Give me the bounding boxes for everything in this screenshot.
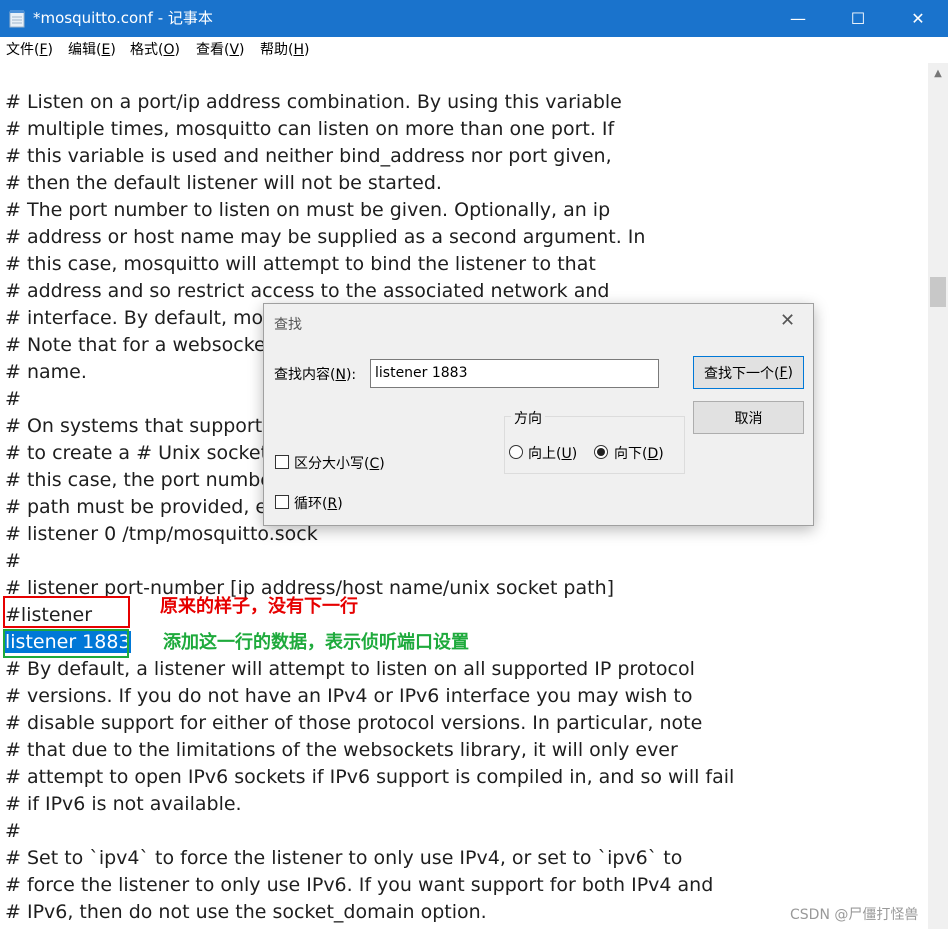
find-dialog: 查找 ✕ 查找内容(N): listener 1883 查找下一个(F) 取消 … xyxy=(263,303,814,526)
find-what-input[interactable]: listener 1883 xyxy=(370,359,659,388)
text-line: # multiple times, mosquitto can listen o… xyxy=(5,118,615,140)
text-line: # Listen on a port/ip address combinatio… xyxy=(5,91,622,113)
text-line: # then the default listener will not be … xyxy=(5,172,442,194)
text-line: # force the listener to only use IPv6. I… xyxy=(5,874,714,896)
notepad-icon xyxy=(9,10,25,28)
match-case-label[interactable]: 区分大小写(C) xyxy=(294,453,385,473)
title-bar: *mosquitto.conf - 记事本 — ☐ ✕ xyxy=(0,0,948,37)
text-line: # address and so restrict access to the … xyxy=(5,280,610,302)
text-line: # xyxy=(5,550,21,572)
menu-help[interactable]: 帮助(H) xyxy=(260,41,309,59)
text-line: # xyxy=(5,820,21,842)
menu-format[interactable]: 格式(O) xyxy=(130,41,180,59)
scrollbar-thumb[interactable] xyxy=(930,277,946,307)
wrap-around-checkbox[interactable] xyxy=(275,495,289,509)
text-line: # address or host name may be supplied a… xyxy=(5,226,646,248)
text-line: # this case, mosquitto will attempt to b… xyxy=(5,253,596,275)
direction-down-radio[interactable] xyxy=(594,445,608,459)
close-button[interactable]: ✕ xyxy=(888,0,948,37)
scroll-up-icon[interactable]: ▲ xyxy=(928,63,948,83)
cancel-button[interactable]: 取消 xyxy=(693,401,804,434)
text-line: # disable support for either of those pr… xyxy=(5,712,703,734)
menu-view[interactable]: 查看(V) xyxy=(196,41,245,59)
menu-bar: 文件(F) 编辑(E) 格式(O) 查看(V) 帮助(H) xyxy=(0,37,948,63)
annotation-original-text: 原来的样子，没有下一行 xyxy=(160,596,358,617)
menu-edit[interactable]: 编辑(E) xyxy=(68,41,116,59)
watermark: CSDN @尸僵打怪兽 xyxy=(790,907,919,923)
find-what-label: 查找内容(N): xyxy=(274,367,357,383)
annotation-box-original xyxy=(3,596,130,628)
text-line: # xyxy=(5,388,21,410)
direction-up-radio[interactable] xyxy=(509,445,523,459)
find-dialog-close-icon[interactable]: ✕ xyxy=(780,310,795,331)
direction-group-title: 方向 xyxy=(511,408,545,428)
text-line: # By default, a listener will attempt to… xyxy=(5,658,695,680)
find-dialog-title: 查找 xyxy=(274,317,302,333)
text-line: # if IPv6 is not available. xyxy=(5,793,242,815)
text-line: # name. xyxy=(5,361,87,383)
vertical-scrollbar[interactable]: ▲ xyxy=(928,63,948,929)
window-title: *mosquitto.conf - 记事本 xyxy=(33,9,213,27)
text-line: # versions. If you do not have an IPv4 o… xyxy=(5,685,693,707)
direction-up-label[interactable]: 向上(U) xyxy=(528,443,577,463)
find-next-button[interactable]: 查找下一个(F) xyxy=(693,356,804,389)
text-line: # that due to the limitations of the web… xyxy=(5,739,678,761)
text-line: # this variable is used and neither bind… xyxy=(5,145,612,167)
text-line: # IPv6, then do not use the socket_domai… xyxy=(5,901,487,923)
minimize-button[interactable]: — xyxy=(768,0,828,37)
direction-down-label[interactable]: 向下(D) xyxy=(614,443,664,463)
text-line: # path must be provided, e.g. xyxy=(5,496,292,518)
annotation-added-text: 添加这一行的数据，表示侦听端口设置 xyxy=(163,632,469,653)
annotation-box-added xyxy=(3,629,129,658)
text-line: # Set to `ipv4` to force the listener to… xyxy=(5,847,683,869)
match-case-checkbox[interactable] xyxy=(275,455,289,469)
maximize-button[interactable]: ☐ xyxy=(828,0,888,37)
menu-file[interactable]: 文件(F) xyxy=(6,41,53,59)
text-line: # The port number to listen on must be g… xyxy=(5,199,611,221)
text-line: # attempt to open IPv6 sockets if IPv6 s… xyxy=(5,766,735,788)
wrap-around-label[interactable]: 循环(R) xyxy=(294,493,343,513)
